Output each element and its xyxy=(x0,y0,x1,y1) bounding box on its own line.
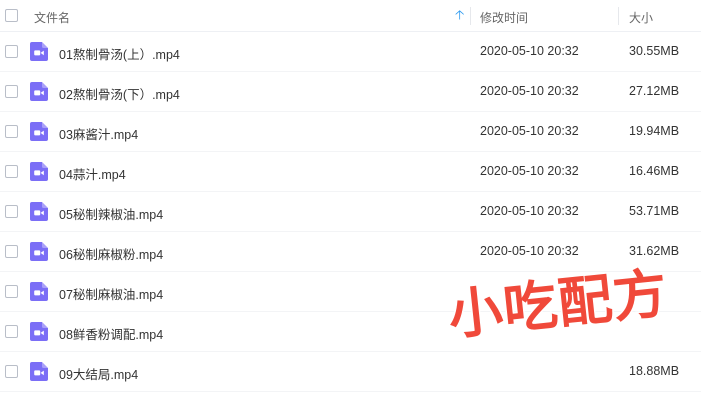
file-size: 30.55MB xyxy=(629,44,680,58)
file-row[interactable]: 01熬制骨汤(上）.mp4 2020-05-10 20:32 30.55MB xyxy=(0,32,701,72)
column-header-modified-time[interactable]: 修改时间 xyxy=(480,9,528,26)
video-file-icon xyxy=(30,202,48,221)
video-file-icon xyxy=(30,362,48,381)
arrow-up-icon[interactable]: 🡡 xyxy=(455,8,464,21)
file-name[interactable]: 07秘制麻椒油.mp4 xyxy=(59,284,163,303)
row-checkbox[interactable] xyxy=(5,245,18,258)
video-file-icon xyxy=(30,162,48,181)
column-header-size[interactable]: 大小 xyxy=(629,9,653,26)
file-name[interactable]: 01熬制骨汤(上）.mp4 xyxy=(59,44,180,63)
file-row[interactable]: 06秘制麻椒粉.mp4 2020-05-10 20:32 31.62MB xyxy=(0,232,701,272)
video-file-icon xyxy=(30,42,48,61)
file-name[interactable]: 05秘制辣椒油.mp4 xyxy=(59,204,163,223)
file-size: 19.94MB xyxy=(629,124,680,138)
column-header-name[interactable]: 文件名 xyxy=(34,9,70,26)
video-file-icon xyxy=(30,282,48,301)
select-all-checkbox[interactable] xyxy=(5,9,18,22)
file-row[interactable]: 09大结局.mp4 18.88MB xyxy=(0,352,701,392)
file-modified-time: 2020-05-10 20:32 xyxy=(480,124,579,138)
file-name[interactable]: 02熬制骨汤(下）.mp4 xyxy=(59,84,180,103)
file-row[interactable]: 03麻酱汁.mp4 2020-05-10 20:32 19.94MB xyxy=(0,112,701,152)
row-checkbox[interactable] xyxy=(5,165,18,178)
file-modified-time: 2020-05-10 20:32 xyxy=(480,164,579,178)
file-row[interactable]: 04蒜汁.mp4 2020-05-10 20:32 16.46MB xyxy=(0,152,701,192)
file-modified-time: 2020-05-10 20:32 xyxy=(480,244,579,258)
file-row[interactable]: 02熬制骨汤(下）.mp4 2020-05-10 20:32 27.12MB xyxy=(0,72,701,112)
file-name[interactable]: 04蒜汁.mp4 xyxy=(59,164,126,183)
row-checkbox[interactable] xyxy=(5,365,18,378)
file-name[interactable]: 09大结局.mp4 xyxy=(59,364,138,383)
row-checkbox[interactable] xyxy=(5,45,18,58)
row-checkbox[interactable] xyxy=(5,285,18,298)
file-list-page: 文件名 🡡 修改时间 大小 01熬制骨汤(上）.mp4 2020-05-10 20… xyxy=(0,0,701,394)
file-list: 01熬制骨汤(上）.mp4 2020-05-10 20:32 30.55MB 02熬制… xyxy=(0,32,701,392)
file-size: 53.71MB xyxy=(629,204,680,218)
file-name[interactable]: 06秘制麻椒粉.mp4 xyxy=(59,244,163,263)
row-checkbox[interactable] xyxy=(5,85,18,98)
file-size: 27.12MB xyxy=(629,84,680,98)
file-modified-time: 2020-05-10 20:32 xyxy=(480,84,579,98)
file-name[interactable]: 08鲜香粉调配.mp4 xyxy=(59,324,163,343)
video-file-icon xyxy=(30,242,48,261)
column-divider[interactable] xyxy=(618,7,619,25)
file-size: 16.46MB xyxy=(629,164,680,178)
file-list-header: 文件名 🡡 修改时间 大小 xyxy=(0,0,701,32)
video-file-icon xyxy=(30,322,48,341)
file-modified-time: 2020-05-10 20:32 xyxy=(480,204,579,218)
video-file-icon xyxy=(30,82,48,101)
file-row[interactable]: 05秘制辣椒油.mp4 2020-05-10 20:32 53.71MB xyxy=(0,192,701,232)
video-file-icon xyxy=(30,122,48,141)
row-checkbox[interactable] xyxy=(5,205,18,218)
column-divider[interactable] xyxy=(470,7,471,25)
file-size: 18.88MB xyxy=(629,364,680,378)
file-size: 31.62MB xyxy=(629,244,680,258)
file-name[interactable]: 03麻酱汁.mp4 xyxy=(59,124,138,143)
row-checkbox[interactable] xyxy=(5,325,18,338)
row-checkbox[interactable] xyxy=(5,125,18,138)
file-modified-time: 2020-05-10 20:32 xyxy=(480,44,579,58)
